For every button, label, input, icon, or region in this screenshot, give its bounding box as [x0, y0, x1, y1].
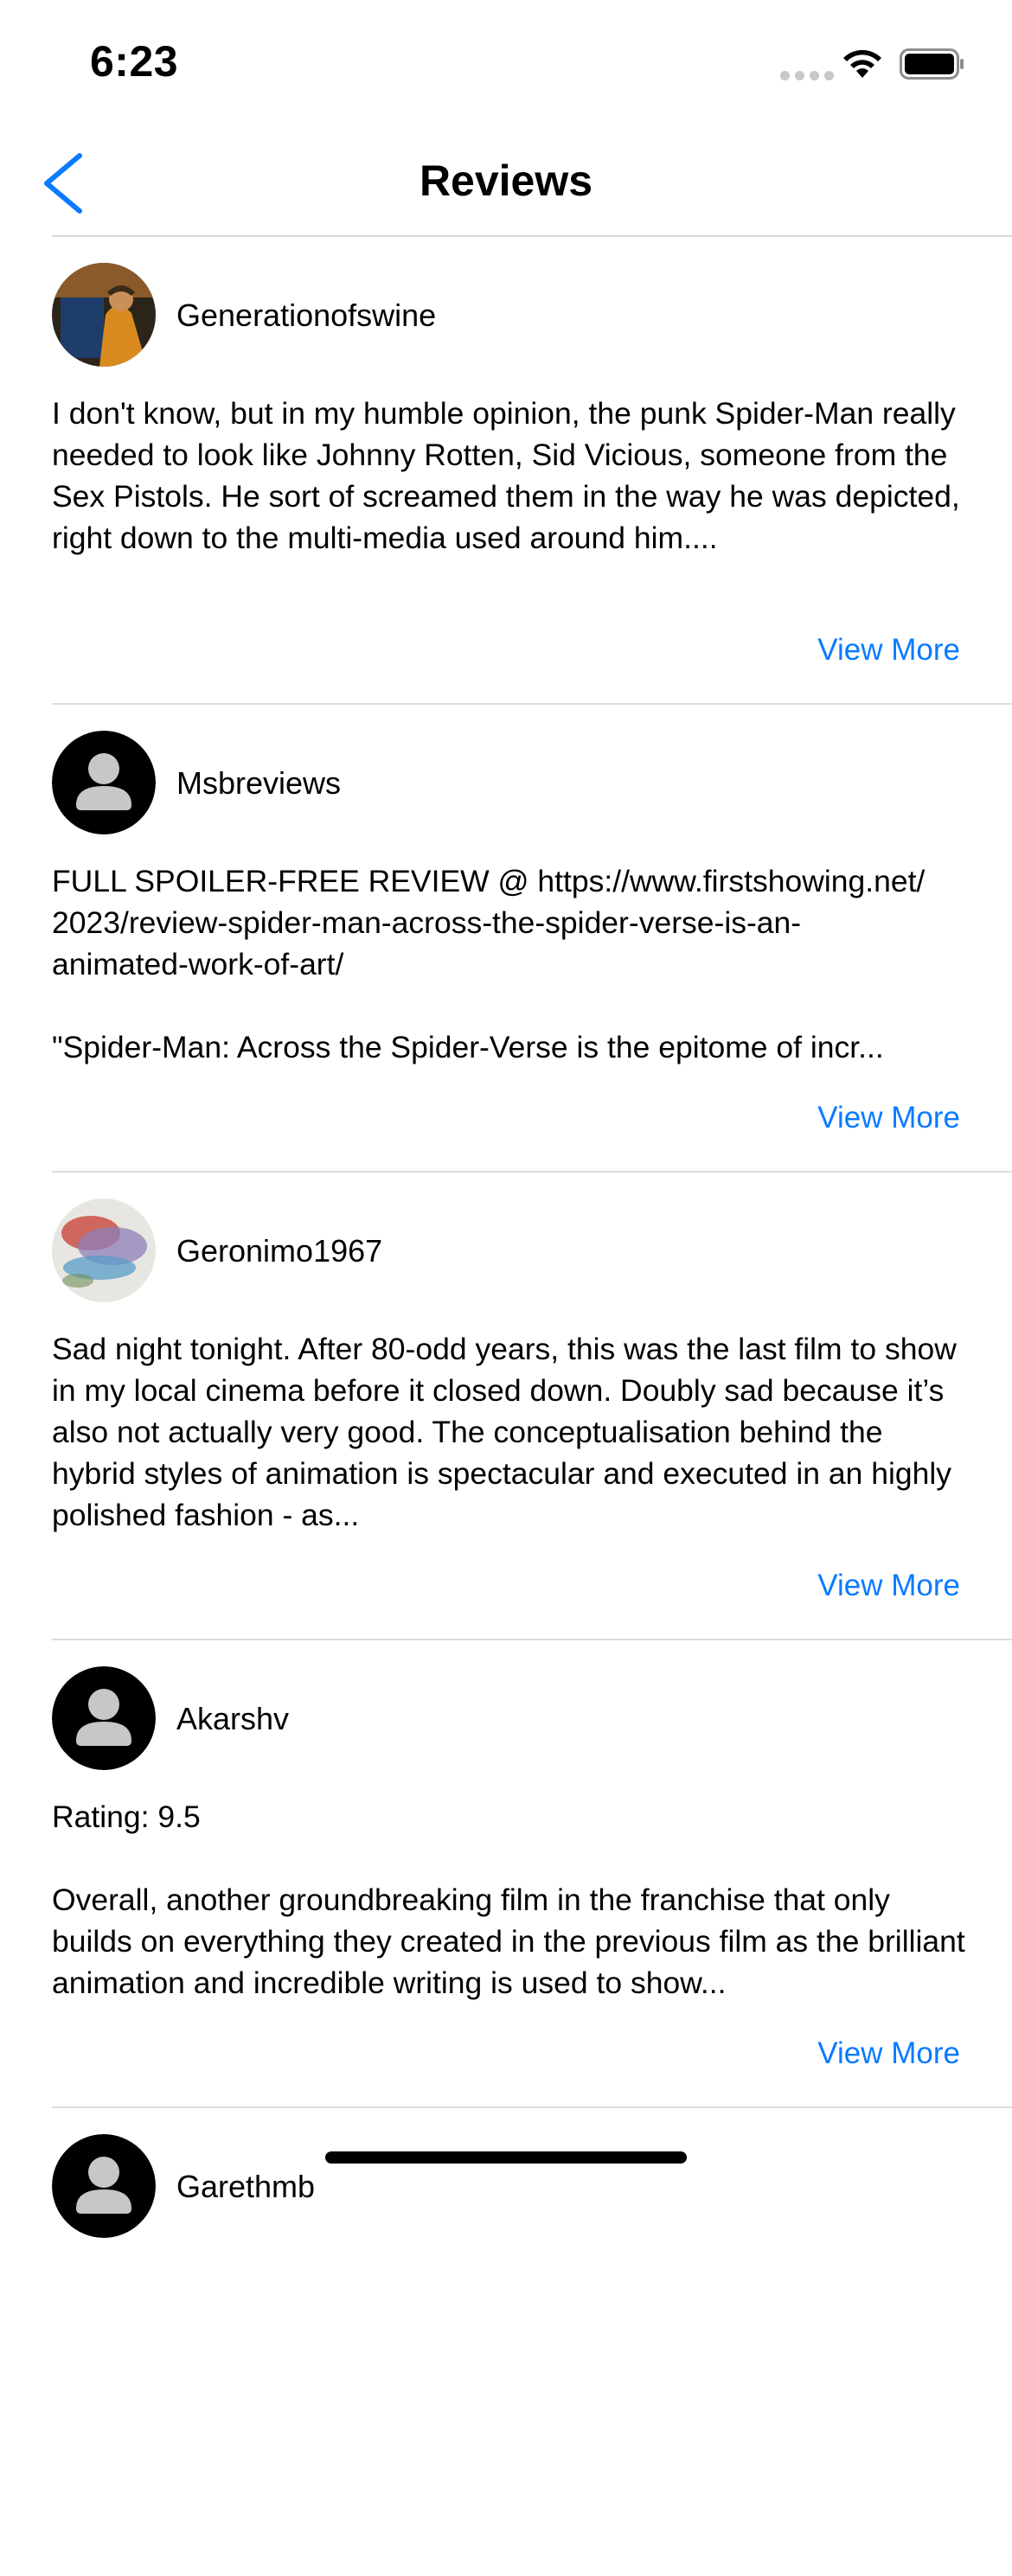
review-item: Msbreviews FULL SPOILER-FREE REVIEW @ ht…	[0, 705, 1012, 1173]
review-text: FULL SPOILER-FREE REVIEW @ https://www.f…	[52, 864, 926, 1064]
view-more-link[interactable]: View More	[817, 633, 960, 668]
wifi-icon	[843, 49, 881, 78]
default-avatar-icon	[52, 1666, 156, 1770]
review-text: Sad night tonight. After 80-odd years, t…	[52, 1332, 957, 1532]
status-time: 6:23	[90, 37, 179, 86]
review-item: Geronimo1967 Sad night tonight. After 80…	[0, 1173, 1012, 1640]
review-author: Msbreviews	[176, 765, 342, 801]
battery-icon	[900, 48, 964, 80]
status-bar: 6:23	[0, 0, 1012, 130]
avatar	[52, 263, 156, 367]
cellular-signal-icon	[780, 71, 834, 80]
review-text: I don't know, but in my humble opinion, …	[52, 396, 960, 555]
review-author: Garethmb	[176, 2169, 316, 2204]
review-author: Akarshv	[176, 1701, 290, 1736]
page-title: Reviews	[419, 157, 593, 205]
review-item: Generationofswine I don't know, but in m…	[0, 237, 1012, 705]
view-more-link[interactable]: View More	[817, 1101, 960, 1135]
review-author: Generationofswine	[176, 297, 437, 333]
avatar	[52, 1199, 156, 1302]
review-author: Geronimo1967	[176, 1233, 383, 1269]
view-more-link[interactable]: View More	[817, 2036, 960, 2071]
default-avatar-icon	[52, 2134, 156, 2238]
home-indicator	[325, 2151, 687, 2164]
default-avatar-icon	[52, 731, 156, 834]
navigation-bar: Reviews	[0, 130, 1012, 237]
review-text: Rating: 9.5 Overall, another groundbreak…	[52, 1799, 965, 2000]
review-item: Garethmb	[0, 2108, 1012, 2576]
view-more-link[interactable]: View More	[817, 1569, 960, 1603]
review-item: Akarshv Rating: 9.5 Overall, another gro…	[0, 1640, 1012, 2108]
